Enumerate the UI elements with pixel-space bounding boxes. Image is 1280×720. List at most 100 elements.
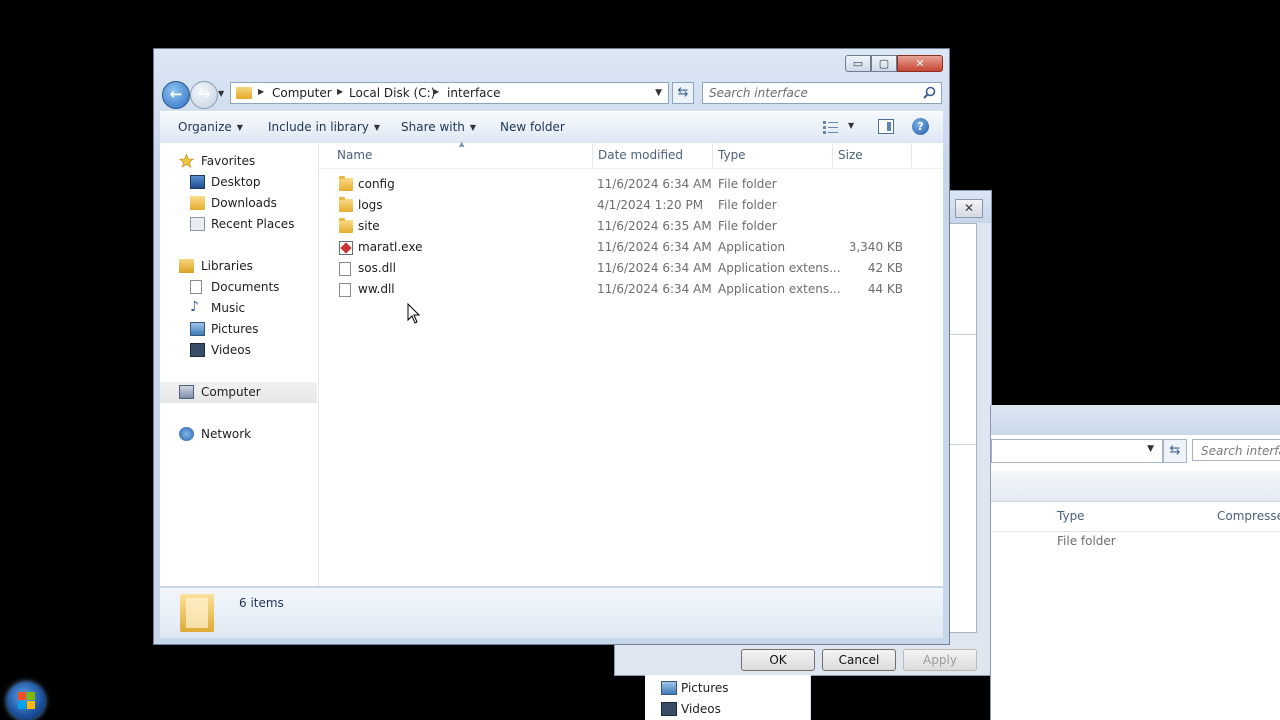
search-icon[interactable] [923,86,936,99]
application-icon [339,241,353,255]
table-row[interactable]: config 11/6/2024 6:34 AM File folder [319,174,943,195]
chevron-down-icon[interactable]: ▼ [848,121,854,130]
column-header-date-modified[interactable]: Date modified [598,148,683,162]
sidebar-item-favorites[interactable]: Favorites [160,151,317,172]
file-date: 4/1/2024 1:20 PM [597,198,704,212]
start-button[interactable] [7,682,45,720]
background-search-input[interactable]: Search interface [1192,439,1280,461]
pictures-icon [661,681,677,695]
sidebar-item-label: Libraries [201,259,253,273]
command-bar: Organize ▼ Include in library ▼ Share with… [160,111,943,145]
sidebar-item-label: Downloads [211,196,277,210]
sidebar-item-downloads[interactable]: Downloads [160,193,317,214]
sidebar-item-pictures[interactable]: Pictures [160,319,317,340]
forward-button[interactable]: → [190,81,218,109]
sidebar-item-desktop[interactable]: Desktop [160,172,317,193]
file-date: 11/6/2024 6:34 AM [597,282,712,296]
chevron-down-icon[interactable]: ▼ [655,88,662,98]
view-options-icon[interactable] [822,119,840,135]
file-type: Application extens... [718,261,841,275]
breadcrumb-computer[interactable]: Computer [272,86,332,100]
libraries-icon [179,259,194,273]
sidebar-item-network[interactable]: Network [160,424,317,445]
close-button[interactable]: ✕ [897,55,943,72]
file-size: 44 KB [867,282,903,296]
sidebar-item-label: Desktop [211,175,261,189]
sidebar-item-label: Recent Places [211,217,295,231]
videos-icon [661,702,677,716]
network-icon [179,427,194,441]
sidebar-item-music[interactable]: ♪ Music [160,298,317,319]
sidebar-item-recent-places[interactable]: Recent Places [160,214,317,235]
address-bar[interactable]: ▶ Computer ▶ Local Disk (C:) ▶ interface… [230,82,669,104]
chevron-down-icon: ▼ [373,123,381,132]
sidebar-item-computer[interactable]: Computer [160,382,317,403]
sidebar-item-libraries[interactable]: Libraries [160,256,317,277]
item-count: 6 items [239,596,284,610]
column-header-type[interactable]: Type [1057,509,1085,523]
file-date: 11/6/2024 6:34 AM [597,240,712,254]
chevron-right-icon[interactable]: ▶ [337,87,343,96]
file-type: Application extens... [718,282,841,296]
sidebar-item-label: Computer [201,385,261,399]
minimize-button[interactable]: ▭ [845,55,871,72]
refresh-icon: ⇆ [677,85,689,100]
sidebar-item-documents[interactable]: Documents [160,277,317,298]
chevron-right-icon[interactable]: ▶ [258,87,264,96]
chevron-right-icon[interactable]: ▶ [433,87,439,96]
refresh-icon[interactable]: ⇆ [1163,439,1187,463]
background-address-bar[interactable]: ▼ [991,439,1163,463]
recent-places-icon [190,217,205,231]
file-name: config [358,177,395,191]
help-icon[interactable]: ? [912,118,929,135]
divider[interactable] [832,143,833,167]
file-name: ww.dll [358,282,395,296]
file-list: ▲ Name Date modified Type Size config 11… [319,140,943,586]
list-item-type: File folder [1057,534,1116,548]
chevron-down-icon[interactable]: ▼ [1147,444,1154,454]
background-command-bar [991,471,1280,502]
table-row[interactable]: site 11/6/2024 6:35 AM File folder [319,216,943,237]
explorer-window: ▭ ▢ ✕ ← → ▼ ▶ Computer ▶ Local Disk (C:)… [153,48,950,645]
new-folder-button[interactable]: New folder [500,120,565,134]
divider[interactable] [712,143,713,167]
sidebar-item-label: Videos [681,702,721,716]
back-button[interactable]: ← [162,81,190,109]
folder-icon [339,176,353,191]
sidebar-item-videos[interactable]: Videos [661,699,721,719]
background-dialog-close-button[interactable]: ✕ [955,199,983,218]
column-header-compressed[interactable]: Compressed [1217,509,1280,523]
search-input[interactable] [709,85,909,101]
maximize-button[interactable]: ▢ [871,55,897,72]
caption-buttons: ▭ ▢ ✕ [845,55,943,72]
ok-button[interactable]: OK [741,649,815,671]
table-row[interactable]: ww.dll 11/6/2024 6:34 AM Application ext… [319,279,943,300]
include-in-library-button[interactable]: Include in library ▼ [268,120,380,134]
cancel-button[interactable]: Cancel [822,649,896,671]
background-column-header: Type Compressed [991,501,1280,532]
column-header-name[interactable]: Name [337,148,372,162]
table-row[interactable]: sos.dll 11/6/2024 6:34 AM Application ex… [319,258,943,279]
table-row[interactable]: logs 4/1/2024 1:20 PM File folder [319,195,943,216]
mouse-cursor-icon [407,303,421,324]
refresh-button[interactable]: ⇆ [672,82,694,104]
share-with-button[interactable]: Share with ▼ [401,120,476,134]
divider[interactable] [911,143,912,167]
divider[interactable] [592,143,593,167]
sidebar-item-videos[interactable]: Videos [160,340,317,361]
share-with-label: Share with [401,120,465,134]
background-explorer-window: ▼ ⇆ Search interface Type Compressed Fil… [990,405,1280,720]
column-header-size[interactable]: Size [838,148,863,162]
file-name: maratl.exe [358,240,423,254]
column-header-type[interactable]: Type [718,148,746,162]
sidebar-item-pictures[interactable]: Pictures [661,678,729,698]
organize-button[interactable]: Organize ▼ [178,120,243,134]
preview-pane-icon[interactable] [878,119,894,134]
breadcrumb-interface[interactable]: interface [447,86,501,100]
folder-icon [236,87,252,99]
breadcrumb-local-disk[interactable]: Local Disk (C:) [349,86,435,100]
recent-pages-chevron-icon[interactable]: ▼ [218,89,224,98]
apply-button[interactable]: Apply [903,649,977,671]
table-row[interactable]: maratl.exe 11/6/2024 6:34 AM Application… [319,237,943,258]
star-icon [179,154,194,168]
